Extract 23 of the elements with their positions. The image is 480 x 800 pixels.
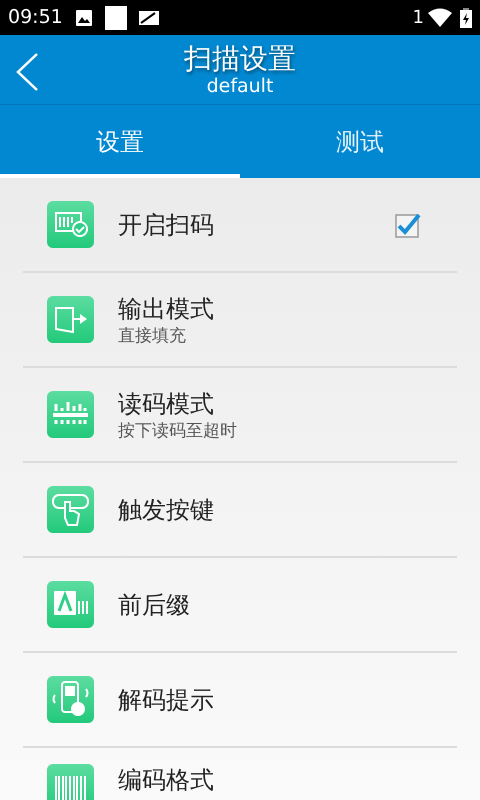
- screen-subtitle: default: [206, 74, 274, 96]
- setting-title[interactable]: 读码模式: [118, 388, 421, 420]
- back-icon[interactable]: [15, 52, 39, 92]
- signal-off-icon: [138, 10, 159, 26]
- barcode-icon: [47, 764, 94, 800]
- setting-summary: 直接填充: [118, 324, 187, 346]
- setting-title[interactable]: 触发按键: [118, 494, 421, 526]
- image-icon: [74, 8, 93, 26]
- finger-press-icon: [47, 486, 94, 533]
- setting-summary: 按下读码至超时: [118, 420, 238, 442]
- wifi-icon: [428, 8, 452, 28]
- battery-icon: [460, 8, 472, 28]
- sim-indicator: 1: [412, 6, 424, 30]
- checkbox[interactable]: [395, 212, 421, 238]
- setting-title[interactable]: 前后缀: [118, 588, 421, 620]
- screen-title: 扫描设置: [184, 42, 296, 74]
- setting-title[interactable]: 开启扫码: [118, 208, 395, 240]
- phone-sound-icon: [47, 676, 94, 723]
- barcode-check-icon: [47, 201, 94, 248]
- status-time: 09:51: [8, 5, 63, 30]
- setting-title[interactable]: 解码提示: [118, 684, 421, 716]
- setting-title[interactable]: 输出模式: [118, 292, 421, 324]
- setting-title[interactable]: 编码格式: [118, 764, 421, 796]
